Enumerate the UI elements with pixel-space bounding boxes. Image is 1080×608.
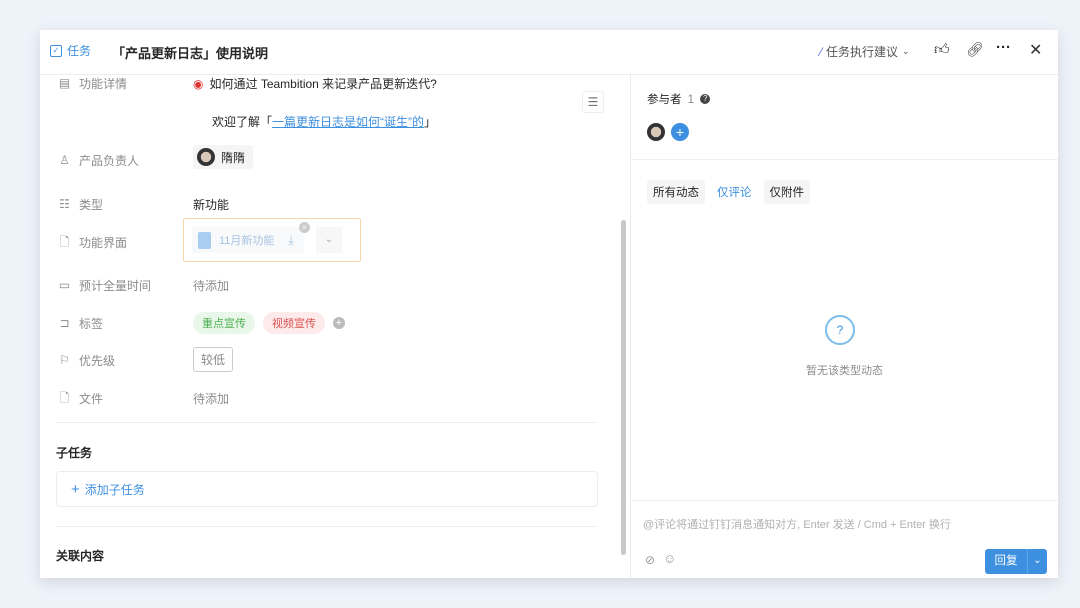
tab-all[interactable]: 所有动态 [647, 180, 705, 204]
field-label-file: 🗋︎ 文件 [59, 391, 104, 407]
page-title: 「产品更新日志」使用说明 [112, 46, 269, 61]
help-icon[interactable]: ? [700, 94, 711, 104]
priority-value[interactable]: 较低 [193, 347, 234, 372]
time-value[interactable]: 待添加 [193, 277, 229, 294]
scrollbar[interactable] [621, 220, 626, 555]
tag-icon: ⊐ [59, 316, 70, 330]
add-tag-icon[interactable]: + [333, 317, 345, 329]
attachment-chip[interactable]: 11月新功能 ⤓ [192, 227, 304, 253]
task-checkbox-icon: ✓ [50, 44, 62, 57]
task-detail-window: ✓ 任务 「产品更新日志」使用说明 ⁄ 任务执行建议 ⌄ 👍︎ 🔗︎ ··· ✕… [40, 30, 1058, 578]
tags-list: 重点宣传 视频宣传 + [193, 312, 345, 334]
more-icon[interactable]: ··· [996, 39, 1011, 56]
subtasks-title: 子任务 [56, 446, 93, 460]
file-icon: 🗋︎ [59, 235, 70, 249]
field-label-type: ☷ 类型 [59, 197, 104, 213]
divider [631, 159, 1058, 160]
outline-toggle-icon[interactable]: ☰ [582, 91, 604, 113]
empty-search-icon: ? [825, 315, 855, 345]
divider [56, 422, 598, 423]
tab-attachments[interactable]: 仅附件 [763, 180, 810, 204]
avatar[interactable] [647, 123, 665, 141]
tag-chip[interactable]: 重点宣传 [193, 312, 255, 334]
participants-header: 参与者 1 ? [647, 91, 711, 107]
chevron-down-icon[interactable]: ⌄ [316, 227, 342, 253]
ui-attachment-field[interactable]: 11月新功能 ⤓ × ⌄ [183, 218, 361, 262]
activity-panel: 参与者 1 ? + 所有动态 仅评论 仅附件 ? 暂无该类型动态 @评论将通过钉钉… [630, 75, 1058, 578]
magic-wand-icon: ⁄ [820, 44, 823, 59]
field-label-detail: ▤ 功能详情 [58, 76, 128, 92]
add-participant-icon[interactable]: + [671, 123, 689, 141]
detail-line2: 欢迎了解「一篇更新日志是如何“诞生”的」 [212, 115, 437, 129]
chevron-down-icon[interactable]: ⌄ [1027, 549, 1047, 574]
type-value[interactable]: 新功能 [193, 196, 229, 213]
task-suggest-dropdown[interactable]: ⁄ 任务执行建议 ⌄ [820, 43, 910, 60]
link-icon[interactable]: 🔗︎ [966, 41, 984, 58]
flag-icon: ⚐ [59, 353, 70, 367]
task-fields-panel: ▤ 功能详情 ◉ 如何通过 Teambition 来记录产品更新迭代? 欢迎了解「一… [40, 75, 630, 578]
person-icon: ♙ [59, 153, 70, 167]
field-label-time: ▭ 预计全量时间 [58, 278, 152, 294]
remove-icon[interactable]: × [299, 222, 310, 233]
download-icon[interactable]: ⤓ [288, 233, 293, 248]
task-type-badge[interactable]: ✓ 任务 [50, 42, 91, 59]
plus-icon: + [71, 480, 80, 498]
related-title: 关联内容 [56, 549, 105, 563]
avatar [197, 148, 215, 166]
attachment-icon[interactable]: ⊘ [645, 553, 655, 567]
task-type-label: 任务 [67, 44, 92, 58]
header: ✓ 任务 「产品更新日志」使用说明 ⁄ 任务执行建议 ⌄ 👍︎ 🔗︎ ··· ✕ [40, 30, 1058, 75]
chevron-down-icon: ⌄ [902, 46, 910, 56]
reply-button[interactable]: 回复 ⌄ [985, 549, 1047, 574]
field-label-owner: ♙ 产品负责人 [59, 153, 140, 169]
add-subtask-button[interactable]: + 添加子任务 [56, 471, 598, 507]
suggest-label: 任务执行建议 [826, 45, 899, 59]
participants-list: + [647, 123, 689, 141]
close-icon[interactable]: ✕ [1029, 40, 1042, 60]
tab-comments[interactable]: 仅评论 [711, 180, 758, 204]
file-icon: 🗋︎ [59, 391, 70, 405]
empty-state-text: 暂无该类型动态 [806, 365, 883, 377]
owner-chip[interactable]: 隋隋 [193, 145, 254, 169]
tag-chip[interactable]: 视频宣传 [263, 312, 325, 334]
divider [631, 500, 1058, 501]
emoji-icon[interactable]: ☺ [663, 551, 676, 566]
changelog-link[interactable]: 一篇更新日志是如何“诞生”的 [272, 115, 424, 129]
divider [56, 526, 598, 527]
thumbs-up-icon[interactable]: 👍︎ [934, 41, 950, 59]
comment-input[interactable]: @评论将通过钉钉消息通知对方, Enter 发送 / Cmd + Enter 换… [643, 516, 951, 532]
document-icon: ▤ [58, 76, 71, 90]
list-icon: ☷ [59, 197, 70, 211]
field-label-ui: 🗋︎ 功能界面 [59, 235, 128, 251]
calendar-icon: ▭ [58, 278, 71, 292]
target-icon: ◉ [193, 76, 204, 91]
activity-tabs: 所有动态 仅评论 仅附件 [647, 180, 810, 204]
file-value[interactable]: 待添加 [193, 390, 229, 407]
detail-line1: ◉ 如何通过 Teambition 来记录产品更新迭代? [193, 76, 437, 92]
file-blue-icon [198, 231, 211, 249]
field-label-priority: ⚐ 优先级 [59, 353, 116, 369]
field-label-tags: ⊐ 标签 [59, 316, 104, 332]
